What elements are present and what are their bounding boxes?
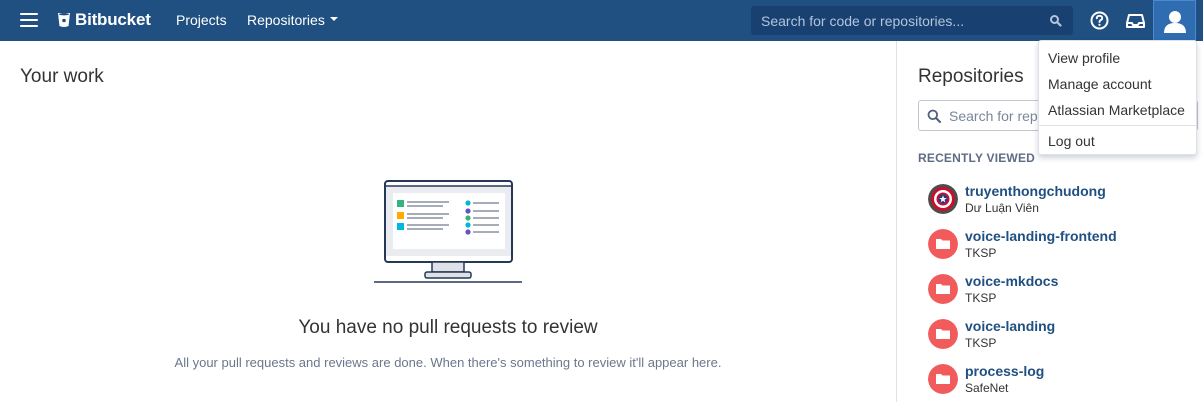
repo-owner: TKSP [965,246,997,260]
repo-item[interactable]: voice-landing-frontend TKSP [928,228,1188,268]
help-icon[interactable] [1090,11,1109,30]
folder-icon [928,319,958,349]
repo-owner: Dư Luận Viên [965,201,1039,215]
page-title: Your work [20,66,104,87]
monitor-checklist-illustration [374,180,522,283]
repo-owner: SafeNet [965,381,1009,395]
sidebar-title: Repositories [918,66,1024,87]
repo-name[interactable]: voice-landing-frontend [965,228,1117,244]
menu-icon[interactable] [20,13,38,27]
user-dropdown-menu: View profile Manage account Atlassian Ma… [1038,40,1197,155]
repo-name[interactable]: truyenthongchudong [965,183,1106,199]
menu-item-manage-account[interactable]: Manage account [1048,76,1152,92]
inbox-icon[interactable] [1126,12,1145,29]
nav-projects[interactable]: Projects [176,12,227,28]
menu-divider [1039,125,1196,126]
folder-icon [928,364,958,394]
nav-repositories-label: Repositories [247,12,325,28]
menu-item-log-out[interactable]: Log out [1048,133,1095,149]
search-icon[interactable] [1049,14,1062,27]
folder-icon [928,274,958,304]
empty-state-title: You have no pull requests to review [298,317,598,338]
chevron-down-icon [329,17,338,22]
folder-icon [928,229,958,259]
global-search[interactable] [751,6,1073,35]
bitbucket-logo[interactable]: Bitbucket [57,9,151,31]
user-avatar-button[interactable] [1153,0,1196,41]
repo-item[interactable]: voice-landing TKSP [928,318,1188,358]
logo-text: Bitbucket [75,10,151,29]
top-nav-bar: Bitbucket Projects Repositories [0,0,1203,41]
repo-item[interactable]: truyenthongchudong Dư Luận Viên [928,183,1188,223]
repo-name[interactable]: voice-mkdocs [965,273,1058,289]
repo-owner: TKSP [965,336,997,350]
search-icon [927,109,941,123]
repo-name[interactable]: process-log [965,363,1044,379]
menu-item-atlassian-marketplace[interactable]: Atlassian Marketplace [1048,102,1185,118]
user-avatar-icon [1164,11,1186,33]
repo-item[interactable]: process-log SafeNet [928,363,1188,402]
repo-name[interactable]: voice-landing [965,318,1055,334]
menu-item-view-profile[interactable]: View profile [1048,50,1120,66]
global-search-input[interactable] [751,6,1041,35]
repo-owner: TKSP [965,291,997,305]
bitbucket-logo-icon [58,13,70,27]
nav-repositories[interactable]: Repositories [247,12,338,28]
empty-state-description: All your pull requests and reviews are d… [174,355,722,370]
recently-viewed-label: RECENTLY VIEWED [918,151,1036,165]
repo-item[interactable]: voice-mkdocs TKSP [928,273,1188,313]
captain-shield-icon [928,184,958,214]
